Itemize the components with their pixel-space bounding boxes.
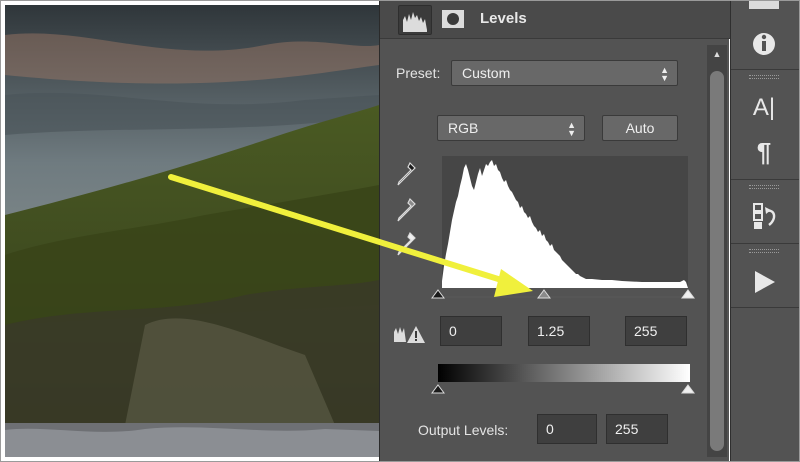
clipping-warning-icon[interactable] <box>392 322 426 346</box>
output-levels-slider[interactable] <box>430 382 700 400</box>
panel-scrollbar[interactable]: ▲ <box>707 45 727 457</box>
toolbar-grip[interactable] <box>749 185 779 189</box>
input-black-field[interactable]: 0 <box>440 316 502 346</box>
input-levels-slider[interactable] <box>430 286 700 306</box>
gamma-slider <box>537 289 551 299</box>
right-toolbar: A| ¶ <box>730 1 799 461</box>
mask-icon[interactable] <box>440 7 466 31</box>
eyedropper-white-icon[interactable] <box>397 231 417 257</box>
preset-value: Custom <box>462 65 511 81</box>
auto-button[interactable]: Auto <box>602 115 678 141</box>
histogram <box>442 156 688 288</box>
history-icon[interactable] <box>739 197 789 235</box>
adjustment-levels-icon[interactable] <box>398 5 432 35</box>
paragraph-icon[interactable]: ¶ <box>739 133 789 171</box>
select-arrows-icon: ▲ ▼ <box>660 65 669 83</box>
output-white-field[interactable]: 255 <box>606 414 668 444</box>
play-icon[interactable] <box>739 263 789 301</box>
toolbar-grip[interactable] <box>749 249 779 253</box>
channel-dropdown[interactable]: RGB ▲ ▼ <box>437 115 585 141</box>
landscape-photo <box>5 5 379 457</box>
scroll-up-icon[interactable]: ▲ <box>707 49 727 63</box>
input-gamma-field[interactable]: 1.25 <box>528 316 590 346</box>
levels-panel: Levels Preset: Custom ▲ ▼ RGB ▲ ▼ Auto 0… <box>379 1 730 461</box>
output-black-field[interactable]: 0 <box>537 414 597 444</box>
select-arrows-icon: ▲ ▼ <box>567 120 576 138</box>
toolbar-separator <box>731 307 799 308</box>
info-icon[interactable] <box>739 25 789 63</box>
photo-canvas[interactable] <box>5 5 379 457</box>
eyedropper-black-icon[interactable] <box>397 161 417 187</box>
black-point-slider <box>431 289 445 299</box>
toolbar-separator <box>731 69 799 70</box>
character-icon[interactable]: A| <box>739 89 789 127</box>
output-gradient <box>438 364 690 382</box>
toolbar-grip[interactable] <box>749 75 779 79</box>
preset-dropdown[interactable]: Custom ▲ ▼ <box>451 60 678 86</box>
top-panel-button[interactable] <box>739 1 789 15</box>
panel-title: Levels <box>480 10 527 27</box>
preset-label: Preset: <box>396 65 441 81</box>
white-point-slider <box>681 289 695 299</box>
output-levels-label: Output Levels: <box>418 422 509 438</box>
screenshot-frame: Levels Preset: Custom ▲ ▼ RGB ▲ ▼ Auto 0… <box>0 0 800 462</box>
panel-header: Levels <box>380 1 730 39</box>
eyedropper-gray-icon[interactable] <box>397 197 417 223</box>
toolbar-separator <box>731 243 799 244</box>
input-white-field[interactable]: 255 <box>625 316 687 346</box>
channel-value: RGB <box>448 120 479 136</box>
toolbar-separator <box>731 179 799 180</box>
scroll-thumb[interactable] <box>710 71 724 451</box>
